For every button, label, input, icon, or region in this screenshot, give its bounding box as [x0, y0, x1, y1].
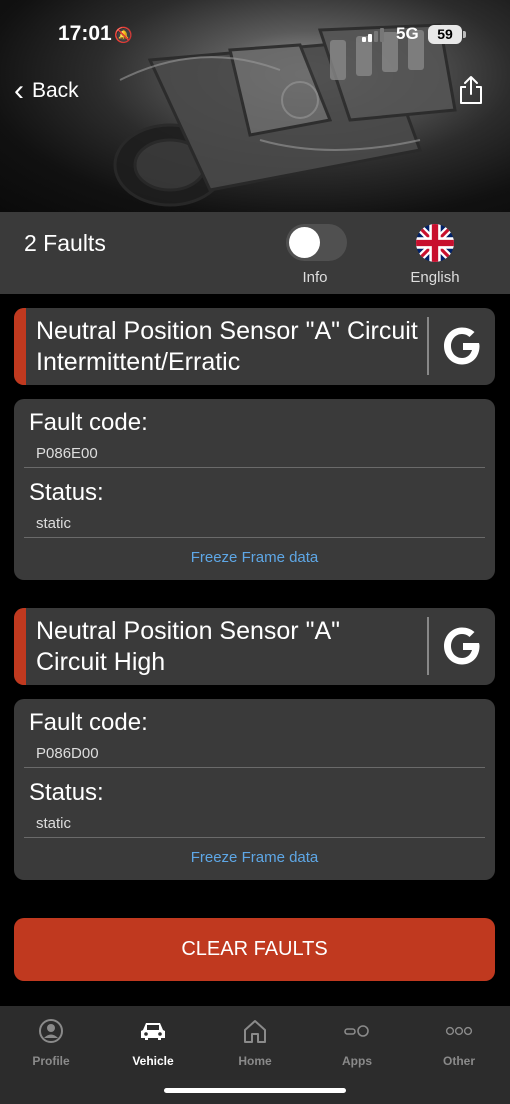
language-label: English: [410, 269, 460, 286]
severity-stripe: [14, 608, 26, 685]
fault-title: Neutral Position Sensor "A" Circuit High: [36, 617, 341, 676]
divider: [24, 537, 485, 538]
divider: [24, 767, 485, 768]
status-value: static: [36, 515, 72, 532]
faults-count: 2 Faults: [24, 230, 106, 256]
more-icon: [445, 1026, 473, 1036]
battery-icon: 59: [428, 25, 466, 44]
tab-apps[interactable]: Apps: [306, 1016, 408, 1068]
google-search-icon[interactable]: [441, 322, 485, 370]
fault-code-label: Fault code:: [29, 709, 148, 736]
car-icon: [141, 1023, 165, 1040]
home-indicator: [164, 1088, 346, 1093]
engine-header-image: 17:01 🔕 5G 59: [0, 0, 510, 212]
cellular-signal-icon: [362, 28, 384, 42]
apps-icon: [344, 1025, 369, 1037]
back-label: Back: [32, 79, 79, 102]
status-label: Status:: [29, 779, 104, 806]
fault-detail-card: Fault code: P086D00 Status: static Freez…: [14, 699, 495, 880]
info-toggle-label: Info: [302, 269, 328, 286]
info-toggle[interactable]: [286, 224, 347, 261]
tab-other[interactable]: Other: [408, 1016, 510, 1068]
silent-bell-icon: 🔕: [114, 27, 133, 44]
status-value: static: [36, 815, 72, 832]
tab-profile[interactable]: Profile: [0, 1016, 102, 1068]
tab-label: Apps: [342, 1054, 372, 1068]
tab-vehicle[interactable]: Vehicle: [102, 1016, 204, 1068]
fault-title-card: Neutral Position Sensor "A" Circuit Inte…: [14, 308, 495, 385]
fault-code-label: Fault code:: [29, 409, 148, 436]
status-label: Status:: [29, 479, 104, 506]
tab-label: Other: [442, 1054, 475, 1068]
share-icon[interactable]: [456, 74, 486, 106]
status-time: 17:01: [58, 22, 112, 45]
tab-label: Profile: [32, 1054, 70, 1068]
divider: [24, 837, 485, 838]
freeze-frame-link[interactable]: Freeze Frame data: [14, 849, 495, 866]
google-search-icon[interactable]: [441, 622, 485, 670]
severity-stripe: [14, 308, 26, 385]
back-button[interactable]: ‹ Back: [14, 76, 79, 106]
fault-code-value: P086E00: [36, 445, 98, 462]
uk-flag-icon[interactable]: [416, 224, 454, 262]
tab-home[interactable]: Home: [204, 1016, 306, 1068]
divider: [24, 467, 485, 468]
home-icon: [244, 1020, 266, 1043]
profile-icon: [39, 1019, 63, 1043]
freeze-frame-link[interactable]: Freeze Frame data: [14, 549, 495, 566]
divider: [427, 317, 429, 375]
toggle-knob: [289, 227, 320, 258]
fault-title-card: Neutral Position Sensor "A" Circuit High: [14, 608, 495, 685]
status-bar: 17:01 🔕 5G 59: [0, 0, 510, 70]
fault-detail-card: Fault code: P086E00 Status: static Freez…: [14, 399, 495, 580]
fault-title: Neutral Position Sensor "A" Circuit Inte…: [36, 317, 418, 376]
tab-label: Vehicle: [132, 1054, 174, 1068]
chevron-left-icon: ‹: [14, 74, 24, 107]
clear-faults-button[interactable]: CLEAR FAULTS: [14, 918, 495, 981]
divider: [427, 617, 429, 675]
fault-code-value: P086D00: [36, 745, 99, 762]
tab-label: Home: [238, 1054, 272, 1068]
network-type: 5G: [396, 24, 419, 43]
